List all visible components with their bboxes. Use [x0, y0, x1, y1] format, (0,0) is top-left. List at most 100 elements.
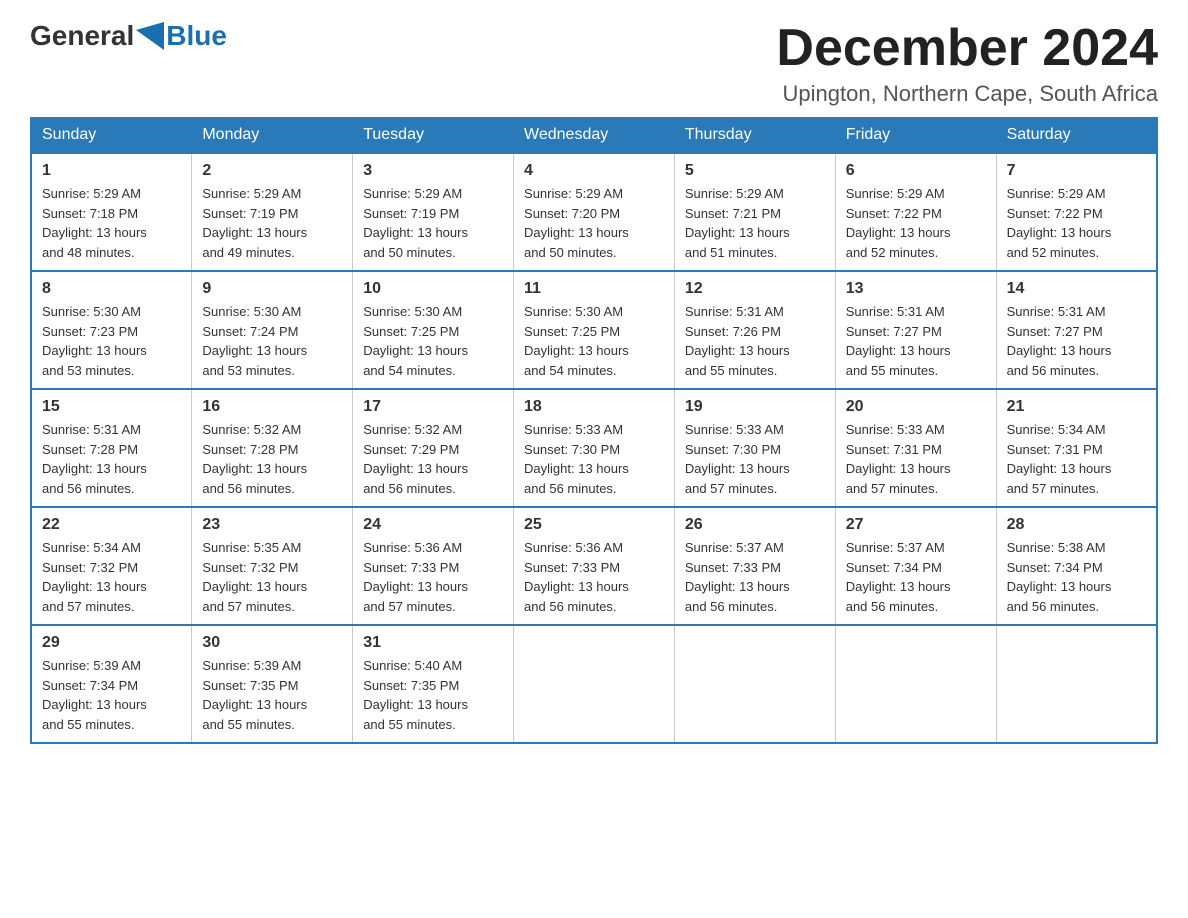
day-info: Sunrise: 5:37 AMSunset: 7:33 PMDaylight:… [685, 540, 790, 614]
day-info: Sunrise: 5:31 AMSunset: 7:26 PMDaylight:… [685, 304, 790, 378]
calendar-cell: 12 Sunrise: 5:31 AMSunset: 7:26 PMDaylig… [674, 271, 835, 389]
day-number: 19 [685, 398, 825, 416]
weekday-header-saturday: Saturday [996, 118, 1157, 154]
calendar-cell: 11 Sunrise: 5:30 AMSunset: 7:25 PMDaylig… [514, 271, 675, 389]
day-info: Sunrise: 5:29 AMSunset: 7:22 PMDaylight:… [1007, 186, 1112, 260]
day-number: 9 [202, 280, 342, 298]
calendar-cell: 1 Sunrise: 5:29 AMSunset: 7:18 PMDayligh… [31, 153, 192, 271]
day-number: 16 [202, 398, 342, 416]
day-number: 20 [846, 398, 986, 416]
day-info: Sunrise: 5:38 AMSunset: 7:34 PMDaylight:… [1007, 540, 1112, 614]
day-number: 13 [846, 280, 986, 298]
calendar-cell: 5 Sunrise: 5:29 AMSunset: 7:21 PMDayligh… [674, 153, 835, 271]
logo-general-text: General [30, 20, 134, 52]
day-info: Sunrise: 5:31 AMSunset: 7:27 PMDaylight:… [1007, 304, 1112, 378]
day-number: 28 [1007, 516, 1146, 534]
month-year-title: December 2024 [776, 20, 1158, 77]
calendar-cell: 28 Sunrise: 5:38 AMSunset: 7:34 PMDaylig… [996, 507, 1157, 625]
day-info: Sunrise: 5:33 AMSunset: 7:31 PMDaylight:… [846, 422, 951, 496]
day-number: 12 [685, 280, 825, 298]
calendar-cell: 24 Sunrise: 5:36 AMSunset: 7:33 PMDaylig… [353, 507, 514, 625]
day-info: Sunrise: 5:36 AMSunset: 7:33 PMDaylight:… [363, 540, 468, 614]
day-info: Sunrise: 5:30 AMSunset: 7:23 PMDaylight:… [42, 304, 147, 378]
day-number: 3 [363, 162, 503, 180]
day-number: 4 [524, 162, 664, 180]
logo: General Blue [30, 20, 227, 52]
calendar-cell: 8 Sunrise: 5:30 AMSunset: 7:23 PMDayligh… [31, 271, 192, 389]
day-number: 25 [524, 516, 664, 534]
day-number: 5 [685, 162, 825, 180]
calendar-cell: 7 Sunrise: 5:29 AMSunset: 7:22 PMDayligh… [996, 153, 1157, 271]
weekday-header-sunday: Sunday [31, 118, 192, 154]
day-info: Sunrise: 5:29 AMSunset: 7:21 PMDaylight:… [685, 186, 790, 260]
calendar-cell: 26 Sunrise: 5:37 AMSunset: 7:33 PMDaylig… [674, 507, 835, 625]
day-number: 15 [42, 398, 181, 416]
calendar-cell: 9 Sunrise: 5:30 AMSunset: 7:24 PMDayligh… [192, 271, 353, 389]
day-info: Sunrise: 5:31 AMSunset: 7:27 PMDaylight:… [846, 304, 951, 378]
day-info: Sunrise: 5:33 AMSunset: 7:30 PMDaylight:… [524, 422, 629, 496]
location-subtitle: Upington, Northern Cape, South Africa [776, 81, 1158, 107]
day-info: Sunrise: 5:34 AMSunset: 7:32 PMDaylight:… [42, 540, 147, 614]
day-info: Sunrise: 5:36 AMSunset: 7:33 PMDaylight:… [524, 540, 629, 614]
calendar-cell: 21 Sunrise: 5:34 AMSunset: 7:31 PMDaylig… [996, 389, 1157, 507]
calendar-cell: 4 Sunrise: 5:29 AMSunset: 7:20 PMDayligh… [514, 153, 675, 271]
week-row-2: 8 Sunrise: 5:30 AMSunset: 7:23 PMDayligh… [31, 271, 1157, 389]
calendar-cell: 3 Sunrise: 5:29 AMSunset: 7:19 PMDayligh… [353, 153, 514, 271]
day-info: Sunrise: 5:29 AMSunset: 7:19 PMDaylight:… [363, 186, 468, 260]
calendar-cell: 30 Sunrise: 5:39 AMSunset: 7:35 PMDaylig… [192, 625, 353, 743]
day-info: Sunrise: 5:39 AMSunset: 7:35 PMDaylight:… [202, 658, 307, 732]
week-row-3: 15 Sunrise: 5:31 AMSunset: 7:28 PMDaylig… [31, 389, 1157, 507]
week-row-5: 29 Sunrise: 5:39 AMSunset: 7:34 PMDaylig… [31, 625, 1157, 743]
calendar-cell [996, 625, 1157, 743]
day-info: Sunrise: 5:32 AMSunset: 7:29 PMDaylight:… [363, 422, 468, 496]
day-info: Sunrise: 5:37 AMSunset: 7:34 PMDaylight:… [846, 540, 951, 614]
calendar-cell [514, 625, 675, 743]
calendar-cell: 6 Sunrise: 5:29 AMSunset: 7:22 PMDayligh… [835, 153, 996, 271]
calendar-cell [835, 625, 996, 743]
day-number: 14 [1007, 280, 1146, 298]
day-number: 29 [42, 634, 181, 652]
calendar-cell [674, 625, 835, 743]
day-info: Sunrise: 5:34 AMSunset: 7:31 PMDaylight:… [1007, 422, 1112, 496]
day-number: 1 [42, 162, 181, 180]
calendar-cell: 19 Sunrise: 5:33 AMSunset: 7:30 PMDaylig… [674, 389, 835, 507]
calendar-cell: 22 Sunrise: 5:34 AMSunset: 7:32 PMDaylig… [31, 507, 192, 625]
day-info: Sunrise: 5:40 AMSunset: 7:35 PMDaylight:… [363, 658, 468, 732]
weekday-header-friday: Friday [835, 118, 996, 154]
calendar-cell: 15 Sunrise: 5:31 AMSunset: 7:28 PMDaylig… [31, 389, 192, 507]
day-number: 23 [202, 516, 342, 534]
day-number: 31 [363, 634, 503, 652]
calendar-cell: 17 Sunrise: 5:32 AMSunset: 7:29 PMDaylig… [353, 389, 514, 507]
day-number: 24 [363, 516, 503, 534]
calendar-cell: 31 Sunrise: 5:40 AMSunset: 7:35 PMDaylig… [353, 625, 514, 743]
day-number: 2 [202, 162, 342, 180]
weekday-header-tuesday: Tuesday [353, 118, 514, 154]
day-number: 22 [42, 516, 181, 534]
day-info: Sunrise: 5:29 AMSunset: 7:19 PMDaylight:… [202, 186, 307, 260]
day-info: Sunrise: 5:29 AMSunset: 7:22 PMDaylight:… [846, 186, 951, 260]
week-row-4: 22 Sunrise: 5:34 AMSunset: 7:32 PMDaylig… [31, 507, 1157, 625]
page-header: General Blue December 2024 Upington, Nor… [30, 20, 1158, 107]
day-number: 26 [685, 516, 825, 534]
day-number: 10 [363, 280, 503, 298]
weekday-header-wednesday: Wednesday [514, 118, 675, 154]
day-info: Sunrise: 5:30 AMSunset: 7:24 PMDaylight:… [202, 304, 307, 378]
day-number: 30 [202, 634, 342, 652]
calendar-table: SundayMondayTuesdayWednesdayThursdayFrid… [30, 117, 1158, 744]
day-number: 17 [363, 398, 503, 416]
day-info: Sunrise: 5:39 AMSunset: 7:34 PMDaylight:… [42, 658, 147, 732]
calendar-cell: 29 Sunrise: 5:39 AMSunset: 7:34 PMDaylig… [31, 625, 192, 743]
day-info: Sunrise: 5:29 AMSunset: 7:18 PMDaylight:… [42, 186, 147, 260]
weekday-header-thursday: Thursday [674, 118, 835, 154]
day-number: 7 [1007, 162, 1146, 180]
day-number: 6 [846, 162, 986, 180]
logo-blue-label: Blue [166, 20, 227, 51]
calendar-cell: 23 Sunrise: 5:35 AMSunset: 7:32 PMDaylig… [192, 507, 353, 625]
weekday-header-monday: Monday [192, 118, 353, 154]
calendar-cell: 13 Sunrise: 5:31 AMSunset: 7:27 PMDaylig… [835, 271, 996, 389]
logo-triangle-icon [136, 22, 164, 50]
day-number: 11 [524, 280, 664, 298]
calendar-cell: 25 Sunrise: 5:36 AMSunset: 7:33 PMDaylig… [514, 507, 675, 625]
day-number: 18 [524, 398, 664, 416]
day-number: 8 [42, 280, 181, 298]
